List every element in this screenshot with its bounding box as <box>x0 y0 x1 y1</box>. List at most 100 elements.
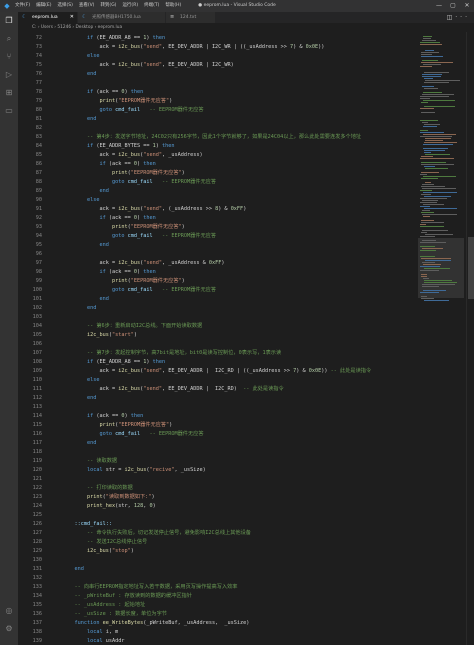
split-editor-icon[interactable]: ◫ <box>447 14 456 21</box>
code-line[interactable]: 104 -- 第6步：重新启动I2C总线。下面开始读取数据 <box>18 322 418 331</box>
code-line[interactable]: 116 goto cmd_fail -- EEPROM器件无应答 <box>18 430 418 439</box>
minimize-button[interactable]: — <box>432 0 446 12</box>
code-line[interactable]: 88 goto cmd_fail -- EEPROM器件无应答 <box>18 178 418 187</box>
code-line[interactable]: 107 -- 第7步：发起控制字节，高7bit是地址，bit0是读写控制位，0表… <box>18 349 418 358</box>
code-line[interactable]: 84 if (EE_ADDR_BYTES == 1) then <box>18 142 418 151</box>
account-icon[interactable]: ◎ <box>4 606 14 616</box>
code-line[interactable]: 77 <box>18 79 418 88</box>
settings-gear-icon[interactable]: ⚙ <box>4 624 14 634</box>
code-line[interactable]: 83 -- 第4步：发送字节地址，24C02只有256字节，因此1个字节就够了，… <box>18 133 418 142</box>
code-line[interactable]: 105 i2c_bus("start") <box>18 331 418 340</box>
menu-help[interactable]: 帮助(H) <box>165 0 181 12</box>
extensions-icon[interactable]: ⊞ <box>4 88 14 98</box>
code-line[interactable]: 100 goto cmd_fail -- EEPROM器件无应答 <box>18 286 418 295</box>
maximize-button[interactable]: ▢ <box>446 0 460 12</box>
code-line[interactable]: 92 if (ack == 0) then <box>18 214 418 223</box>
breadcrumb[interactable]: C: › Users › 51246 › Desktop › eeprom.lu… <box>18 23 474 32</box>
code-line[interactable]: 111 ack = i2c_bus("send", EE_DEV_ADDR | … <box>18 385 418 394</box>
code-line[interactable]: 85 ack = i2c_bus("send", _usAddress) <box>18 151 418 160</box>
run-debug-icon[interactable]: ▷ <box>4 70 14 80</box>
code-line[interactable]: 76 end <box>18 70 418 79</box>
code-line[interactable]: 112 end <box>18 394 418 403</box>
code-line[interactable]: 94 goto cmd_fail -- EEPROM器件无应答 <box>18 232 418 241</box>
code-line[interactable]: 99 print("EEPROM器件无应答") <box>18 277 418 286</box>
code-line[interactable]: 75 ack = i2c_bus("send", EE_DEV_ADDR | I… <box>18 61 418 70</box>
code-line[interactable]: 115 print("EEPROM器件无应答") <box>18 421 418 430</box>
search-icon[interactable]: ⌕ <box>4 34 14 44</box>
tab-bh1750-lua[interactable]: ☾ 光照传感器BH1750.lua <box>78 12 166 23</box>
code-line[interactable]: 89 end <box>18 187 418 196</box>
code-line[interactable]: 78 if (ack == 0) then <box>18 88 418 97</box>
code-line[interactable]: 131 end <box>18 565 418 574</box>
code-line[interactable]: 132 <box>18 574 418 583</box>
code-line[interactable]: 90 else <box>18 196 418 205</box>
code-text: -- _usAddress : 起始地址 <box>74 602 146 608</box>
code-line[interactable]: 86 if (ack == 0) then <box>18 160 418 169</box>
vertical-scrollbar[interactable] <box>466 32 474 645</box>
menu-go[interactable]: 转到(G) <box>100 0 116 12</box>
code-line[interactable]: 120 local str = i2c_bus("recive", _usSiz… <box>18 466 418 475</box>
code-line[interactable]: 125 <box>18 511 418 520</box>
minimap[interactable] <box>418 32 464 645</box>
code-line[interactable]: 127 -- 命令执行失败后，切记发送停止信号，避免影响I2C总线上其他设备 <box>18 529 418 538</box>
code-line[interactable]: 134 -- _pWriteBuf : 存放读到的数据的缓冲区指针 <box>18 592 418 601</box>
code-line[interactable]: 110 else <box>18 376 418 385</box>
tab-124-txt[interactable]: ≡ 124.txt <box>166 12 216 23</box>
code-line[interactable]: 87 print("EEPROM器件无应答") <box>18 169 418 178</box>
code-line[interactable]: 81 end <box>18 115 418 124</box>
code-line[interactable]: 113 <box>18 403 418 412</box>
close-icon[interactable]: ✕ <box>70 12 74 23</box>
code-line[interactable]: 126 ::cmd_fail:: <box>18 520 418 529</box>
code-line[interactable]: 135 -- _usAddress : 起始地址 <box>18 601 418 610</box>
more-actions-icon[interactable]: ··· <box>455 14 470 21</box>
menu-terminal[interactable]: 终端(T) <box>144 0 159 12</box>
code-line[interactable]: 79 print("EEPROM器件无应答") <box>18 97 418 106</box>
code-line[interactable]: 72 if (EE_ADDR_A8 == 1) then <box>18 34 418 43</box>
code-line[interactable]: 73 ack = i2c_bus("send", EE_DEV_ADDR | I… <box>18 43 418 52</box>
code-line[interactable]: 114 if (ack == 0) then <box>18 412 418 421</box>
code-line[interactable]: 103 <box>18 313 418 322</box>
code-line[interactable]: 109 ack = i2c_bus("send", EE_DEV_ADDR | … <box>18 367 418 376</box>
code-line[interactable]: 121 <box>18 475 418 484</box>
close-window-button[interactable]: ✕ <box>460 0 474 12</box>
code-line[interactable]: 128 -- 发送I2C总线停止信号 <box>18 538 418 547</box>
code-line[interactable]: 102 end <box>18 304 418 313</box>
code-line[interactable]: 130 <box>18 556 418 565</box>
code-editor[interactable]: 72 if (EE_ADDR_A8 == 1) then 73 ack = i2c… <box>18 32 418 645</box>
code-line[interactable]: 97 ack = i2c_bus("send", _usAddress & 0x… <box>18 259 418 268</box>
code-line[interactable]: 133 -- 向串行EEPROM指定地址写入若干数据，采用页写操作提高写入效率 <box>18 583 418 592</box>
menu-edit[interactable]: 编辑(E) <box>36 0 51 12</box>
tab-eeprom-lua[interactable]: ☾ eeprom.lua ✕ <box>18 12 78 23</box>
code-line[interactable]: 129 i2c_bus("stop") <box>18 547 418 556</box>
code-line[interactable]: 136 -- _usSize : 数据长度，单位为字节 <box>18 610 418 619</box>
code-line[interactable]: 80 goto cmd_fail -- EEPROM器件无应答 <box>18 106 418 115</box>
scrollbar-thumb[interactable] <box>468 237 474 299</box>
code-line[interactable]: 123 print("读取到数据如下:") <box>18 493 418 502</box>
code-line[interactable]: 106 <box>18 340 418 349</box>
code-line[interactable]: 118 <box>18 448 418 457</box>
menu-file[interactable]: 文件(F) <box>15 0 30 12</box>
menu-selection[interactable]: 选择(S) <box>57 0 72 12</box>
code-line[interactable]: 82 <box>18 124 418 133</box>
code-line[interactable]: 138 local i, m <box>18 628 418 637</box>
code-line[interactable]: 91 ack = i2c_bus("send", (_usAddress >> … <box>18 205 418 214</box>
code-line[interactable]: 139 local usAddr <box>18 637 418 645</box>
code-line[interactable]: 95 end <box>18 241 418 250</box>
code-line[interactable]: 93 print("EEPROM器件无应答") <box>18 223 418 232</box>
code-line[interactable]: 124 print_hex(str, 128, 0) <box>18 502 418 511</box>
menu-view[interactable]: 查看(V) <box>79 0 95 12</box>
line-number: 111 <box>32 386 42 392</box>
remote-explorer-icon[interactable]: ▭ <box>4 106 14 116</box>
code-line[interactable]: 98 if (ack == 0) then <box>18 268 418 277</box>
code-line[interactable]: 108 if (EE_ADDR_A8 == 1) then <box>18 358 418 367</box>
code-line[interactable]: 74 else <box>18 52 418 61</box>
source-control-icon[interactable]: ⑂ <box>4 52 14 62</box>
code-line[interactable]: 117 end <box>18 439 418 448</box>
explorer-icon[interactable]: ❐ <box>4 16 14 26</box>
code-line[interactable]: 122 -- 打印读取的数据 <box>18 484 418 493</box>
code-line[interactable]: 101 end <box>18 295 418 304</box>
code-line[interactable]: 119 -- 读取数据 <box>18 457 418 466</box>
menu-run[interactable]: 运行(R) <box>122 0 138 12</box>
code-line[interactable]: 137 function ee_WriteBytes(_pWriteBuf, _… <box>18 619 418 628</box>
code-line[interactable]: 96 <box>18 250 418 259</box>
